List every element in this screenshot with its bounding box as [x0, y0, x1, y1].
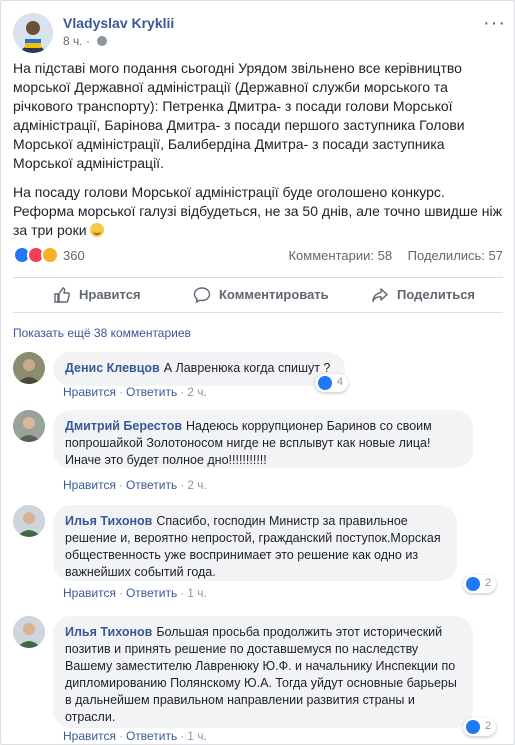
commenter-name[interactable]: Илья Тихонов: [65, 514, 152, 528]
comment-actions: Нравится · Ответить · 2 ч.: [63, 478, 207, 492]
comment-reply-link[interactable]: Ответить: [126, 478, 177, 492]
smiling-face-emoji: [90, 223, 105, 237]
engagement-counts: Комментарии: 58 Поделились: 57: [276, 248, 503, 263]
comment-actions: Нравится · Ответить · 2 ч.: [63, 385, 207, 399]
comment-item: Илья Тихонов Большая просьба продолжить э…: [13, 616, 503, 744]
comment-text: Большая просьба продолжить этот историче…: [65, 625, 457, 724]
comment-time[interactable]: 1 ч.: [187, 729, 207, 743]
comment-bubble: Денис Клевцов А Лавренюка когда спишут ?: [53, 352, 345, 386]
author-avatar[interactable]: [13, 13, 53, 53]
post-stats: 360 Комментарии: 58 Поделились: 57: [13, 245, 503, 265]
comment-item: Дмитрий Берестов Надеюсь коррупционер Бар…: [13, 410, 503, 492]
comment-bubble: Илья Тихонов Большая просьба продолжить э…: [53, 616, 473, 728]
comment-item: Илья Тихонов Спасибо, господин Министр за…: [13, 505, 503, 601]
comment-text: А Лавренюка когда спишут ?: [163, 361, 331, 375]
commenter-avatar[interactable]: [13, 505, 45, 537]
post-body: На підставі мого подання сьогодні Урядом…: [13, 59, 503, 250]
show-more-comments-link[interactable]: Показать ещё 38 комментариев: [13, 326, 191, 340]
shares-count[interactable]: Поделились: 57: [408, 248, 503, 263]
comment-button[interactable]: Комментировать: [193, 278, 329, 312]
like-button[interactable]: Нравится: [53, 278, 141, 312]
share-icon: [372, 288, 388, 303]
comment-actions: Нравится · Ответить · 1 ч.: [63, 729, 207, 743]
commenter-avatar[interactable]: [13, 616, 45, 648]
post-paragraph: На підставі мого подання сьогодні Урядом…: [13, 60, 465, 171]
globe-icon: [97, 36, 108, 46]
comment-likes-count: 2: [485, 577, 492, 589]
comment-like-link[interactable]: Нравится: [63, 586, 116, 600]
post-header: Vladyslav Kryklii 8 ч. · ···: [13, 13, 505, 53]
comment-reply-link[interactable]: Ответить: [126, 385, 177, 399]
commenter-name[interactable]: Дмитрий Берестов: [65, 419, 182, 433]
comment-reply-link[interactable]: Ответить: [126, 729, 177, 743]
thumbs-up-icon: [54, 287, 70, 303]
commenter-avatar[interactable]: [13, 410, 45, 442]
comment-reactions[interactable]: 2: [463, 718, 497, 736]
comment-bubble: Илья Тихонов Спасибо, господин Министр за…: [53, 505, 457, 581]
comment-reactions[interactable]: 4: [315, 374, 349, 392]
comment-time[interactable]: 1 ч.: [187, 586, 207, 600]
comment-like-link[interactable]: Нравится: [63, 385, 116, 399]
comment-icon: [193, 287, 211, 304]
comment-item: Денис Клевцов А Лавренюка когда спишут ? …: [13, 352, 503, 399]
like-reaction-icon: [466, 720, 480, 734]
reactions-count: 360: [63, 248, 85, 263]
comment-likes-count: 4: [337, 376, 344, 388]
comment-time[interactable]: 2 ч.: [187, 385, 207, 399]
comment-reply-link[interactable]: Ответить: [126, 586, 177, 600]
wow-reaction-icon: [41, 246, 59, 264]
comment-bubble: Дмитрий Берестов Надеюсь коррупционер Бар…: [53, 410, 473, 468]
commenter-name[interactable]: Илья Тихонов: [65, 625, 152, 639]
post-paragraph: На посаду голови Морської адміністрації …: [13, 184, 502, 238]
post-actions: Нравится Комментировать Поделиться: [13, 277, 503, 313]
comment-like-link[interactable]: Нравится: [63, 729, 116, 743]
post-card: Vladyslav Kryklii 8 ч. · ··· На підставі…: [0, 0, 515, 745]
comment-like-link[interactable]: Нравится: [63, 478, 116, 492]
share-button[interactable]: Поделиться: [371, 278, 475, 312]
post-meta: 8 ч. ·: [63, 34, 108, 48]
more-options-icon[interactable]: ···: [483, 13, 505, 33]
comment-button-label: Комментировать: [219, 287, 329, 302]
commenter-avatar[interactable]: [13, 352, 45, 384]
comments-count[interactable]: Комментарии: 58: [288, 248, 392, 263]
like-reaction-icon: [466, 577, 480, 591]
post-time[interactable]: 8 ч.: [63, 34, 83, 48]
like-reaction-icon: [318, 376, 332, 390]
comment-likes-count: 2: [485, 720, 492, 732]
author-name[interactable]: Vladyslav Kryklii: [63, 15, 174, 31]
commenter-name[interactable]: Денис Клевцов: [65, 361, 160, 375]
comment-actions: Нравится · Ответить · 1 ч.: [63, 586, 207, 600]
comment-time[interactable]: 2 ч.: [187, 478, 207, 492]
comment-reactions[interactable]: 2: [463, 575, 497, 593]
